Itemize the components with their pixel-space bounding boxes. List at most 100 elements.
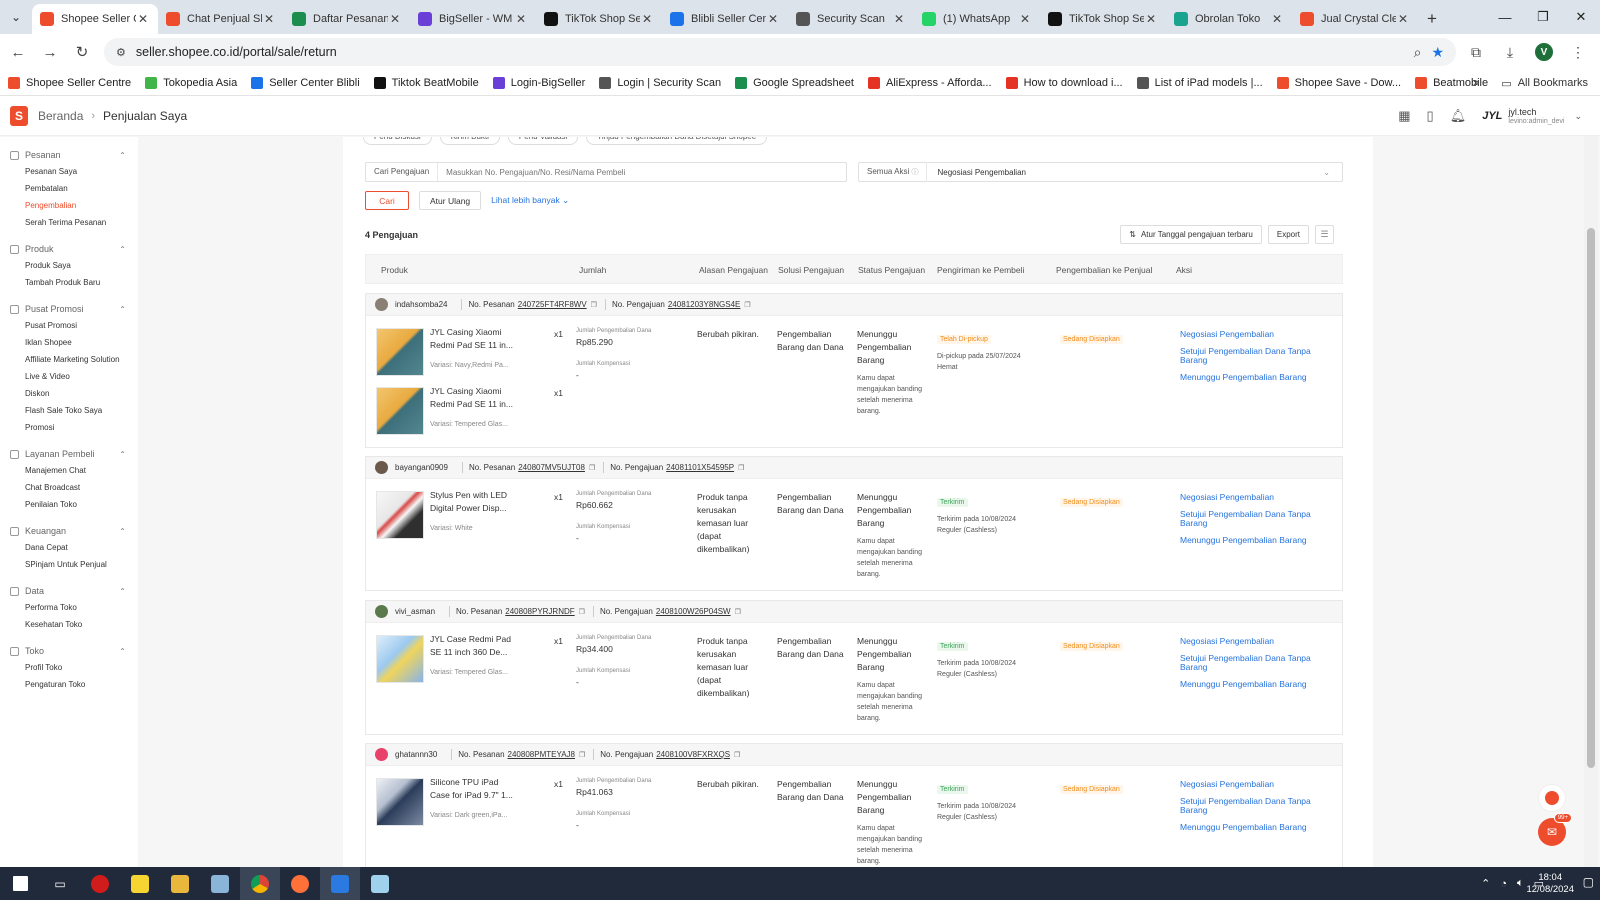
product-name[interactable]: JYL Case Redmi Pad SE 11 inch 360 De... [430,633,518,659]
copy-icon[interactable]: ❐ [744,301,750,309]
browser-tab[interactable]: Obrolan Toko ✕ [1166,4,1292,34]
profile-avatar[interactable]: V [1530,38,1558,66]
sidebar-item[interactable]: Serah Terima Pesanan [0,214,138,231]
notification-float-button[interactable] [1538,784,1566,812]
restore-button[interactable]: ❐ [1524,0,1562,34]
minimize-button[interactable]: — [1486,0,1524,34]
chevron-up-icon[interactable]: ⌃ [119,305,126,314]
sidebar-item[interactable]: Iklan Shopee [0,334,138,351]
close-icon[interactable]: ✕ [1396,12,1410,26]
chat-float-button[interactable]: ✉ 99+ [1538,813,1572,846]
product-thumbnail[interactable] [376,387,424,435]
sidebar-item[interactable]: Affiliate Marketing Solution [0,351,138,368]
url-text[interactable]: seller.shopee.co.id/portal/sale/return [136,45,337,59]
request-no-link[interactable]: 24081101X54595P [666,463,734,472]
buyer-username[interactable]: bayangan0909 [395,463,448,472]
list-view-icon[interactable]: ☰ [1315,225,1334,244]
browser-tab[interactable]: Blibli Seller Cen ✕ [662,4,788,34]
site-info-icon[interactable]: ⚙ [116,46,126,59]
product-thumbnail[interactable] [376,635,424,683]
chevron-up-icon[interactable]: ⌃ [119,527,126,536]
sidebar-item[interactable]: SPinjam Untuk Penjual [0,556,138,573]
status-chip[interactable]: Tinjau Pengembalian Dana Disetujui Shope… [586,137,768,145]
action-link[interactable]: Menunggu Pengembalian Barang [1180,373,1330,382]
omnibox[interactable]: ⚙ seller.shopee.co.id/portal/sale/return… [104,38,1456,66]
browser-tab[interactable]: Security Scan ✕ [788,4,914,34]
request-no-link[interactable]: 2408100V8FXRXQS [656,750,730,759]
bookmark-item[interactable]: Google Spreadsheet [735,76,854,89]
bookmark-item[interactable]: Login-BigSeller [492,76,585,89]
order-no-link[interactable]: 240725FT4RF8WV [518,300,587,309]
chevron-up-icon[interactable]: ⌃ [119,245,126,254]
close-icon[interactable]: ✕ [640,12,654,26]
sidebar-group-header[interactable]: Layanan Pembeli ⌃ [0,446,138,462]
firefox-icon[interactable] [280,867,320,900]
copy-icon[interactable]: ❐ [579,608,585,616]
sidebar-group-header[interactable]: Keuangan ⌃ [0,523,138,539]
bookmark-item[interactable]: How to download i... [1005,76,1123,89]
browser-tab[interactable]: Shopee Seller C ✕ [32,4,158,34]
chevron-up-icon[interactable]: ⌃ [1481,877,1490,890]
apps-grid-icon[interactable]: ▦ [1398,108,1410,124]
copy-icon[interactable]: ❐ [734,751,740,759]
action-link[interactable]: Setujui Pengembalian Dana Tanpa Barang [1180,797,1330,815]
more-bookmarks-icon[interactable]: » [1473,77,1479,89]
buyer-username[interactable]: ghatannn30 [395,750,437,759]
reload-icon[interactable]: ↻ [68,38,96,66]
copy-icon[interactable]: ❐ [735,608,741,616]
product-name[interactable]: JYL Casing Xiaomi Redmi Pad SE 11 in... [430,385,518,411]
order-no-link[interactable]: 240807MV5UJT08 [518,463,585,472]
sidebar-item[interactable]: Kesehatan Toko [0,616,138,633]
product-name[interactable]: Stylus Pen with LED Digital Power Disp..… [430,489,518,515]
bookmark-item[interactable]: Seller Center Blibli [251,76,360,89]
close-icon[interactable]: ✕ [766,12,780,26]
sticky-notes-icon[interactable] [120,867,160,900]
close-icon[interactable]: ✕ [1018,12,1032,26]
sidebar-group-header[interactable]: Produk ⌃ [0,241,138,257]
action-link[interactable]: Setujui Pengembalian Dana Tanpa Barang [1180,347,1330,365]
search-label[interactable]: Cari Pengajuan [366,162,439,182]
sidebar-item[interactable]: Dana Cepat [0,539,138,556]
order-no-link[interactable]: 240808PYRJRNDF [505,607,574,616]
request-no-link[interactable]: 2408100W26P04SW [656,607,731,616]
close-icon[interactable]: ✕ [1270,12,1284,26]
new-tab-button[interactable]: + [1418,4,1446,34]
order-no-link[interactable]: 240808PMTEYAJ8 [508,750,575,759]
sidebar-group-header[interactable]: Data ⌃ [0,583,138,599]
reset-button[interactable]: Atur Ulang [419,191,482,210]
product-item[interactable]: JYL Casing Xiaomi Redmi Pad SE 11 in... V… [376,385,576,435]
bookmark-item[interactable]: List of iPad models |... [1136,76,1263,89]
action-link[interactable]: Negosiasi Pengembalian [1180,330,1330,339]
breadcrumb-home[interactable]: Beranda [38,109,83,123]
action-select[interactable]: Semua Aksi ⓘ Negosiasi Pengembalian ⌄ [858,162,1343,182]
browser-tab[interactable]: TikTok Shop Se ✕ [536,4,662,34]
export-button[interactable]: Export [1267,225,1309,244]
sidebar-item[interactable]: Penilaian Toko [0,496,138,513]
product-item[interactable]: JYL Casing Xiaomi Redmi Pad SE 11 in... V… [376,326,576,376]
action-link[interactable]: Menunggu Pengembalian Barang [1180,680,1330,689]
status-chip[interactable]: Kirim Bukti [439,137,500,145]
zoom-icon[interactable]: ⌕ [1414,44,1422,61]
wifi-icon[interactable]: ◔ [1500,878,1507,890]
action-link[interactable]: Negosiasi Pengembalian [1180,493,1330,502]
sidebar-item[interactable]: Promosi [0,419,138,436]
windows-start-icon[interactable] [0,867,40,900]
sidebar-item[interactable]: Profil Toko [0,659,138,676]
copy-icon[interactable]: ❐ [589,464,595,472]
chevron-up-icon[interactable]: ⌃ [119,151,126,160]
chevron-up-icon[interactable]: ⌃ [119,587,126,596]
download-icon[interactable]: ⤓ [1496,38,1524,66]
close-icon[interactable]: ✕ [1144,12,1158,26]
sidebar-group-header[interactable]: Pusat Promosi ⌃ [0,301,138,317]
scroll-thumb[interactable] [1587,228,1595,768]
buyer-username[interactable]: vivi_asman [395,607,435,616]
sidebar-item[interactable]: Flash Sale Toko Saya [0,402,138,419]
bookmark-item[interactable]: Login | Security Scan [599,76,721,89]
status-chip[interactable]: Perlu Diskusi [363,137,432,145]
sidebar-item[interactable]: Pesanan Saya [0,163,138,180]
browser-tab[interactable]: (1) WhatsApp ✕ [914,4,1040,34]
chevron-up-icon[interactable]: ⌃ [119,647,126,656]
close-window-button[interactable]: ✕ [1562,0,1600,34]
action-link[interactable]: Setujui Pengembalian Dana Tanpa Barang [1180,654,1330,672]
page-scrollbar[interactable] [1584,136,1598,867]
